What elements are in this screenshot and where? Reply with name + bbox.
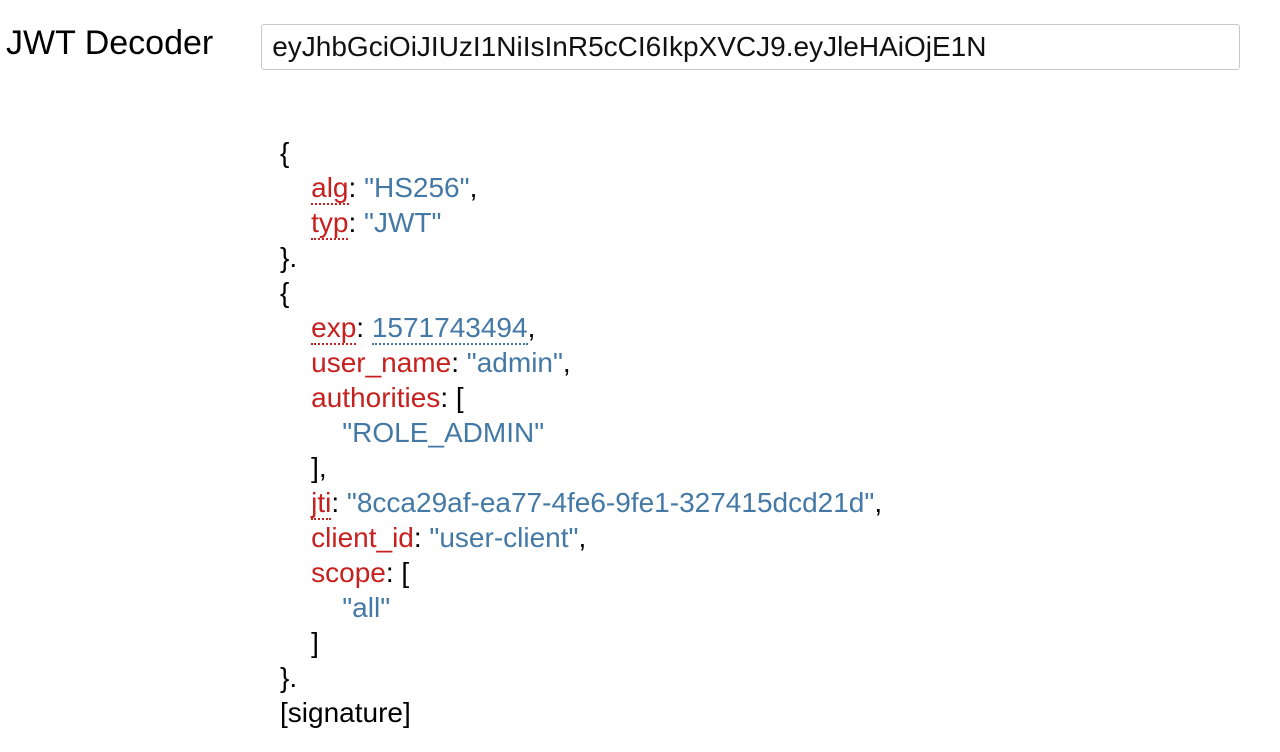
authorities-close-bracket: ] (311, 452, 319, 483)
header-value-alg: "HS256" (364, 172, 470, 203)
payload-key-scope: scope (311, 557, 386, 588)
segment-dot: . (289, 662, 297, 693)
colon: : (414, 522, 430, 553)
payload-value-exp[interactable]: 1571743494 (372, 312, 528, 345)
page-title: JWT Decoder (6, 24, 213, 63)
header-key-typ[interactable]: typ (311, 207, 348, 240)
decoded-output: { alg: "HS256", typ: "JWT" }. { exp: 157… (280, 100, 1280, 730)
header-value-typ: "JWT" (364, 207, 441, 238)
payload-value-jti: "8cca29af-ea77-4fe6-9fe1-327415dcd21d" (347, 487, 874, 518)
segment-dot: . (289, 242, 297, 273)
comma: , (874, 487, 882, 518)
header-close-brace: } (280, 242, 289, 273)
jwt-token-input[interactable] (261, 24, 1240, 70)
colon: : (356, 312, 372, 343)
colon: : (386, 557, 402, 588)
comma: , (578, 522, 586, 553)
payload-key-client-id: client_id (311, 522, 414, 553)
authorities-value-0: "ROLE_ADMIN" (342, 417, 544, 448)
colon: : (331, 487, 347, 518)
payload-open-brace: { (280, 277, 289, 308)
comma: , (528, 312, 536, 343)
authorities-open-bracket: [ (456, 382, 464, 413)
comma: , (470, 172, 478, 203)
scope-open-bracket: [ (401, 557, 409, 588)
header-open-brace: { (280, 137, 289, 168)
colon: : (349, 172, 365, 203)
header-key-alg[interactable]: alg (311, 172, 348, 205)
scope-value-0: "all" (342, 592, 390, 623)
colon: : (440, 382, 456, 413)
payload-value-client-id: "user-client" (429, 522, 578, 553)
colon: : (348, 207, 364, 238)
colon: : (451, 347, 467, 378)
scope-close-bracket: ] (311, 627, 319, 658)
comma: , (563, 347, 571, 378)
payload-key-jti[interactable]: jti (311, 487, 331, 520)
payload-value-user-name: "admin" (467, 347, 563, 378)
comma: , (319, 452, 327, 483)
payload-close-brace: } (280, 662, 289, 693)
payload-key-exp[interactable]: exp (311, 312, 356, 345)
payload-key-user-name: user_name (311, 347, 451, 378)
payload-key-authorities: authorities (311, 382, 440, 413)
signature-placeholder: [signature] (280, 697, 411, 728)
